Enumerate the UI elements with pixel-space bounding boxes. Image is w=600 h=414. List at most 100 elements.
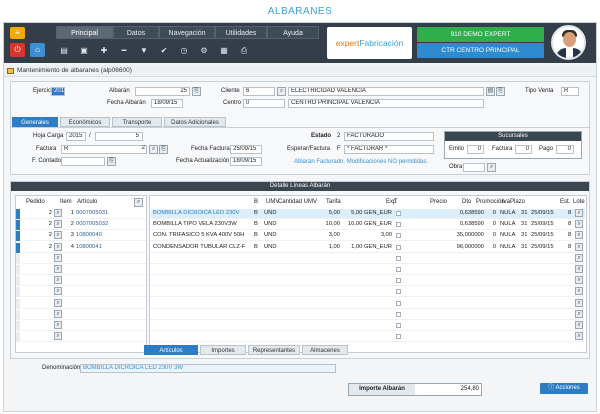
pedido-search-icon[interactable]: ⌕	[54, 332, 62, 341]
row-selector[interactable]	[16, 231, 20, 242]
articulo-cell[interactable]: 0007005031	[76, 210, 108, 216]
row-selector[interactable]	[16, 242, 20, 253]
row-selector[interactable]	[16, 309, 20, 320]
fecha-albaran-field[interactable]: 18/09/15	[151, 99, 183, 108]
obra-field[interactable]	[463, 163, 485, 172]
lote-search-icon[interactable]: ⌕	[575, 242, 583, 251]
pedido-search-icon[interactable]: ⌕	[54, 253, 62, 262]
row-selector[interactable]	[16, 276, 20, 287]
check-icon[interactable]: ✔	[157, 45, 171, 57]
print-icon[interactable]: ⎙	[237, 45, 251, 57]
tab-principal[interactable]: Principal	[56, 26, 113, 39]
lote-search-icon[interactable]: ⌕	[575, 265, 583, 273]
tab-almacenes[interactable]: Almacenes	[302, 345, 348, 355]
cliente-card-icon[interactable]: ▤	[486, 87, 495, 96]
tab-articulos[interactable]: Artículos	[144, 345, 198, 355]
lote-search-icon[interactable]: ⌕	[575, 332, 583, 341]
f-contado-field[interactable]	[61, 157, 105, 166]
tab-generales[interactable]: Generales	[12, 117, 58, 127]
fecha-factura-field[interactable]: 25/09/15	[230, 145, 262, 154]
exp-checkbox[interactable]	[396, 255, 401, 261]
tipo-venta-field[interactable]: R	[561, 87, 579, 96]
company-badge[interactable]: 910 DEMO EXPERT	[417, 27, 544, 42]
lote-search-icon[interactable]: ⌕	[575, 276, 583, 285]
exp-checkbox[interactable]	[396, 289, 401, 295]
lote-search-icon[interactable]: ⌕	[575, 209, 583, 217]
tab-utilidades[interactable]: Utilidades	[215, 26, 267, 39]
f-contado-detail-icon[interactable]: ⎘	[107, 157, 116, 166]
centro-code-field[interactable]: 0	[243, 99, 285, 108]
tab-representantes[interactable]: Representantes	[248, 345, 300, 355]
tab-transporte[interactable]: Transporte	[112, 117, 162, 127]
acciones-button[interactable]: ⓘ Acciones	[540, 383, 588, 394]
pedido-search-icon[interactable]: ⌕	[54, 309, 62, 318]
history-icon[interactable]: ◷	[177, 45, 191, 57]
row-selector[interactable]	[16, 287, 20, 298]
articulo-cell[interactable]: 10800041	[76, 244, 102, 250]
exp-checkbox[interactable]	[396, 267, 401, 272]
fecha-actualizacion-field[interactable]: 18/09/15	[230, 157, 262, 166]
exp-checkbox[interactable]	[396, 278, 401, 284]
articulo-cell[interactable]: 0007005032	[76, 221, 108, 227]
lote-search-icon[interactable]: ⌕	[575, 309, 583, 318]
articulo-search-icon[interactable]: ⌕	[134, 198, 143, 207]
filter-icon[interactable]: ▼	[137, 45, 151, 57]
centro-badge[interactable]: CTR CENTRO PRINCIPAL	[417, 43, 544, 58]
tab-economicos[interactable]: Económicos	[60, 117, 110, 127]
pedido-search-icon[interactable]: ⌕	[54, 265, 62, 273]
hoja-carga-year-field[interactable]: 2015	[66, 132, 86, 141]
calculator-icon[interactable]: ▦	[217, 45, 231, 57]
row-selector[interactable]	[16, 220, 20, 231]
pedido-search-icon[interactable]: ⌕	[54, 209, 62, 217]
row-selector[interactable]	[16, 265, 20, 275]
pago-field[interactable]: 0	[556, 145, 574, 154]
exp-checkbox[interactable]	[396, 334, 401, 340]
ejercicio-field[interactable]: 2015	[51, 87, 65, 96]
tab-importes[interactable]: Importes	[200, 345, 246, 355]
row-selector[interactable]	[16, 253, 20, 264]
lote-search-icon[interactable]: ⌕	[575, 220, 583, 229]
articulo-cell[interactable]: 10800040	[76, 232, 102, 238]
exp-checkbox[interactable]	[396, 222, 401, 228]
remove-icon[interactable]: ━	[117, 45, 131, 57]
home-icon[interactable]: ⌂	[30, 43, 45, 57]
avatar[interactable]	[551, 25, 586, 60]
tab-datos[interactable]: Datos	[113, 26, 159, 39]
albaran-lookup-icon[interactable]: ⎘	[192, 87, 201, 96]
factura-search-icon[interactable]: ⌕	[149, 145, 158, 154]
exp-checkbox[interactable]	[396, 323, 401, 328]
save-icon[interactable]: ▣	[77, 45, 91, 57]
exp-checkbox[interactable]	[396, 233, 401, 239]
row-selector[interactable]	[16, 321, 20, 331]
pedido-search-icon[interactable]: ⌕	[54, 298, 62, 307]
denominacion-field[interactable]: BOMBILLA DICROICA LED 230V 3W	[80, 364, 336, 373]
pedido-search-icon[interactable]: ⌕	[54, 231, 62, 240]
lote-search-icon[interactable]: ⌕	[575, 253, 583, 262]
albaran-field[interactable]: 25	[135, 87, 190, 96]
settings-icon[interactable]: ⚙	[197, 45, 211, 57]
new-document-icon[interactable]: ▤	[57, 45, 71, 57]
factura-detail-icon[interactable]: ⎘	[159, 145, 168, 154]
centro-name-field[interactable]: CENTRO PRINCIPAL VALENCIA	[288, 99, 484, 108]
pedido-search-icon[interactable]: ⌕	[54, 242, 62, 251]
factura-number-field[interactable]: 2	[121, 145, 147, 154]
cliente-search-icon[interactable]: ⌕	[277, 87, 286, 96]
menu-icon[interactable]: ≡	[10, 27, 25, 39]
lote-search-icon[interactable]: ⌕	[575, 287, 583, 296]
hoja-carga-number-field[interactable]: 5	[95, 132, 143, 141]
lote-search-icon[interactable]: ⌕	[575, 298, 583, 307]
row-selector[interactable]	[16, 332, 20, 343]
tab-navegacion[interactable]: Navegación	[159, 26, 215, 39]
exp-checkbox[interactable]	[396, 211, 401, 216]
exp-checkbox[interactable]	[396, 311, 401, 317]
tab-ayuda[interactable]: Ayuda	[267, 26, 319, 39]
pedido-search-icon[interactable]: ⌕	[54, 287, 62, 296]
add-icon[interactable]: ✚	[97, 45, 111, 57]
exp-checkbox[interactable]	[396, 300, 401, 306]
pedido-search-icon[interactable]: ⌕	[54, 276, 62, 285]
cliente-detail-icon[interactable]: ⎘	[496, 87, 505, 96]
pedido-search-icon[interactable]: ⌕	[54, 321, 62, 329]
sucursal-factura-field[interactable]: 0	[515, 145, 532, 154]
row-selector[interactable]	[16, 209, 20, 219]
lote-search-icon[interactable]: ⌕	[575, 231, 583, 240]
